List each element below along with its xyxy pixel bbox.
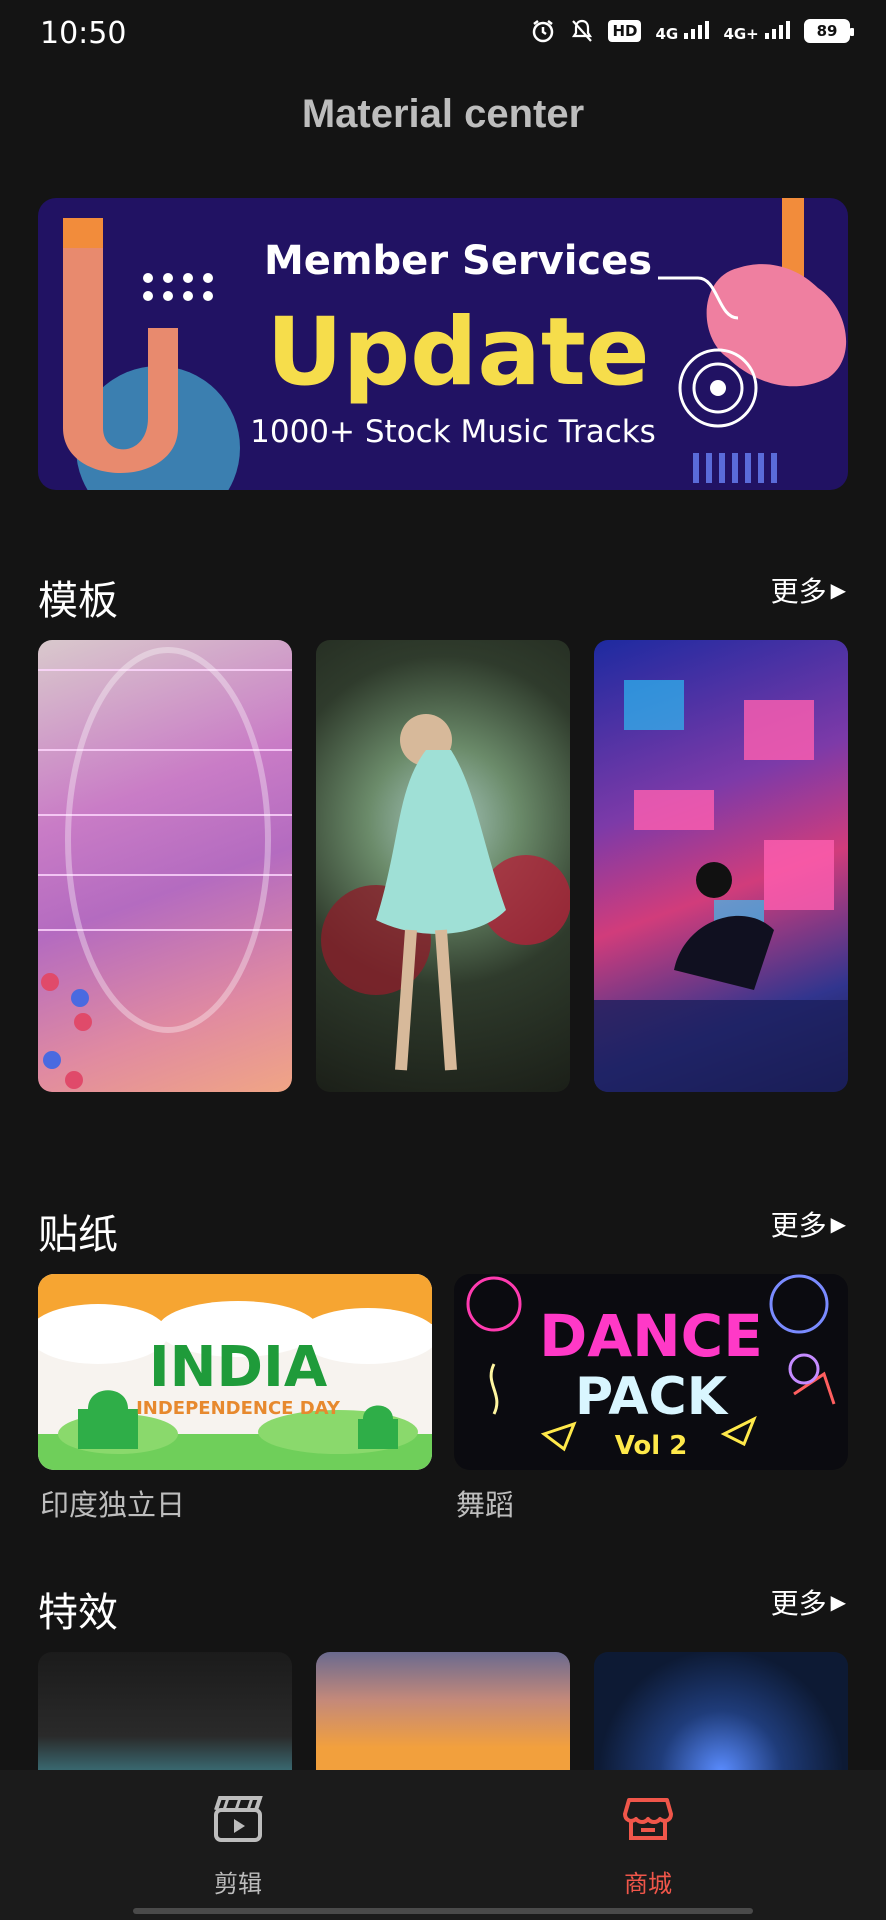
template-card[interactable] — [316, 640, 570, 1092]
sticker-art-tag: Vol 2 — [615, 1431, 688, 1461]
effects-more-link[interactable]: 更多 ▶ — [771, 1582, 846, 1622]
stickers-title: 贴纸 — [38, 1212, 118, 1258]
nav-edit[interactable]: 剪辑 — [168, 1792, 308, 1899]
template-thumbnail — [321, 714, 570, 1071]
sticker-card-dance[interactable]: DANCE PACK Vol 2 — [454, 1274, 848, 1470]
more-label: 更多 — [770, 575, 827, 608]
nav-edit-label: 剪辑 — [214, 1870, 262, 1898]
sticker-card-india[interactable]: INDIA INDEPENDENCE DAY — [38, 1274, 432, 1470]
sticker-art-title: INDIA — [149, 1335, 328, 1400]
alarm-icon — [530, 18, 556, 44]
battery-indicator: 89 — [804, 19, 854, 43]
template-thumbnail — [38, 647, 292, 1089]
templates-more-link[interactable]: 更多 ▶ — [771, 570, 846, 610]
banner-line1: Member Services — [263, 238, 653, 284]
chevron-right-icon: ▶ — [830, 1590, 846, 1614]
template-card[interactable] — [38, 640, 292, 1092]
home-indicator[interactable] — [133, 1908, 753, 1914]
bottom-nav: 剪辑 商城 — [0, 1770, 886, 1920]
sticker-label: 印度独立日 — [40, 1488, 186, 1522]
sticker-thumbnail: DANCE PACK Vol 2 — [466, 1274, 836, 1461]
effect-card[interactable] — [38, 1652, 292, 1772]
sticker-art-title: DANCE — [539, 1302, 763, 1370]
chevron-right-icon: ▶ — [830, 1212, 846, 1236]
bell-muted-icon — [570, 18, 594, 44]
status-bar: 10:50 HD 4G 4G+ 89 — [0, 0, 886, 70]
more-label: 更多 — [770, 1209, 827, 1242]
more-label: 更多 — [770, 1587, 827, 1620]
status-time: 10:50 — [40, 16, 127, 51]
hd-badge: HD — [608, 20, 642, 42]
network-4g: 4G — [655, 20, 710, 42]
sticker-label: 舞蹈 — [456, 1488, 515, 1522]
sticker-art-subtitle: PACK — [575, 1367, 729, 1427]
page-title: Material center — [301, 92, 585, 136]
effects-title: 特效 — [38, 1590, 118, 1636]
network-4g-plus: 4G+ — [723, 20, 790, 42]
nav-store-label: 商城 — [624, 1870, 672, 1898]
nav-store[interactable]: 商城 — [578, 1792, 718, 1899]
chevron-right-icon: ▶ — [830, 578, 846, 602]
sticker-art-subtitle: INDEPENDENCE DAY — [136, 1398, 341, 1419]
templates-title: 模板 — [38, 578, 118, 624]
store-icon — [621, 1798, 675, 1850]
sticker-thumbnail: INDIA INDEPENDENCE DAY — [38, 1274, 432, 1470]
effect-card[interactable] — [316, 1652, 570, 1772]
template-card[interactable] — [594, 640, 848, 1092]
clapperboard-icon — [211, 1796, 265, 1850]
banner-line2: Update — [266, 298, 650, 407]
banner-line3: 1000+ Stock Music Tracks — [250, 414, 656, 450]
status-icons: HD 4G 4G+ 89 — [530, 18, 854, 44]
member-banner[interactable]: Member Services Update 1000+ Stock Music… — [38, 198, 848, 490]
effect-card[interactable] — [594, 1652, 848, 1772]
stickers-more-link[interactable]: 更多 ▶ — [771, 1204, 846, 1244]
template-thumbnail — [594, 680, 848, 1092]
